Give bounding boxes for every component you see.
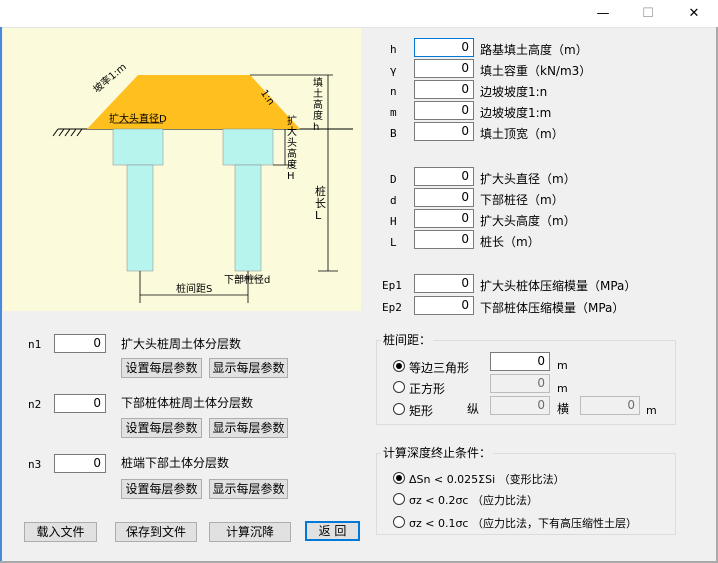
pile-length-label: 桩长L [315, 185, 326, 222]
param-input-ep2[interactable]: 0 [414, 296, 474, 315]
param-input-m[interactable]: 0 [414, 101, 474, 120]
param-symbol-h: h [390, 43, 397, 56]
pile-shaft-left [126, 164, 154, 272]
layer-symbol-n3: n3 [28, 458, 42, 471]
cap-diameter-label: 扩大头直径D [109, 114, 167, 125]
param-input-cap-d[interactable]: 0 [414, 167, 474, 186]
spacing-unit-rect: m [646, 404, 657, 417]
criteria-radio-stress-01[interactable] [393, 516, 405, 528]
pile-cap-left [112, 128, 164, 166]
set-layer-params-button-n1[interactable]: 设置每层参数 [121, 358, 202, 378]
ground-hatch-icon [52, 128, 83, 137]
spacing-radio-triangle[interactable] [393, 360, 405, 372]
save-file-button[interactable]: 保存到文件 [115, 522, 197, 542]
param-input-n[interactable]: 0 [414, 80, 474, 99]
param-label-ep1: 扩大头桩体压缩模量（MPa） [480, 279, 637, 293]
param-symbol-m: m [390, 106, 397, 119]
spacing-input-rect-long[interactable]: 0 [490, 396, 550, 415]
spacing-radio-rect[interactable] [393, 403, 405, 415]
show-layer-params-button-n1[interactable]: 显示每层参数 [209, 358, 288, 378]
param-label-ep2: 下部桩体压缩模量（MPa） [480, 301, 625, 315]
spacing-long-label: 纵 [467, 402, 480, 416]
param-symbol-gamma: γ [390, 64, 397, 77]
param-label-d: 下部桩径（m） [480, 193, 564, 207]
param-input-d[interactable]: 0 [414, 188, 474, 207]
spacing-trans-label: 横 [557, 402, 570, 416]
param-symbol-l: L [390, 236, 397, 249]
pile-cap-right [222, 128, 274, 166]
spacing-label-triangle: 等边三角形 [409, 361, 470, 375]
param-symbol-cap-h: H [390, 215, 397, 228]
spacing-unit-square: m [557, 382, 568, 395]
layer-label-n3: 桩端下部土体分层数 [121, 456, 230, 470]
param-label-l: 桩长（m） [480, 235, 540, 249]
criteria-group-title: 计算深度终止条件： [381, 444, 494, 461]
load-file-button[interactable]: 载入文件 [24, 522, 97, 542]
spacing-radio-square[interactable] [393, 381, 405, 393]
pile-diameter-label: 下部桩径d [224, 275, 271, 286]
spacing-label-square: 正方形 [409, 382, 446, 396]
criteria-label-deformation: ΔSn < 0.025ΣSi （变形比法） [409, 473, 565, 486]
criteria-radio-deformation[interactable] [393, 472, 405, 484]
layer-label-n1: 扩大头桩周土体分层数 [121, 337, 242, 351]
set-layer-params-button-n2[interactable]: 设置每层参数 [121, 418, 202, 438]
layer-symbol-n1: n1 [28, 338, 42, 351]
param-label-h: 路基填土高度（m） [480, 43, 588, 57]
spacing-input-triangle[interactable]: 0 [490, 352, 550, 371]
layer-input-n2[interactable]: 0 [54, 394, 106, 413]
param-input-b[interactable]: 0 [414, 122, 474, 141]
spacing-input-square[interactable]: 0 [490, 374, 550, 393]
spacing-group-title: 桩间距： [381, 331, 434, 348]
param-label-b: 填土顶宽（m） [480, 127, 564, 141]
spacing-unit-triangle: m [557, 359, 568, 372]
criteria-label-stress-02: σz < 0.2σc （应力比法） [409, 494, 538, 507]
criteria-label-stress-01: σz < 0.1σc （应力比法，下有高压缩性土层） [409, 517, 637, 530]
param-input-l[interactable]: 0 [414, 230, 474, 249]
param-label-cap-h: 扩大头高度（m） [480, 214, 576, 228]
param-symbol-cap-d: D [390, 173, 397, 186]
return-button[interactable]: 返 回 [305, 521, 360, 541]
param-label-cap-d: 扩大头直径（m） [480, 172, 576, 186]
param-input-h[interactable]: 0 [414, 38, 474, 57]
param-input-cap-h[interactable]: 0 [414, 209, 474, 228]
param-input-ep1[interactable]: 0 [414, 274, 474, 293]
layer-label-n2: 下部桩体桩周土体分层数 [121, 396, 254, 410]
layer-symbol-n2: n2 [28, 398, 42, 411]
layer-input-n3[interactable]: 0 [54, 454, 106, 473]
set-layer-params-button-n3[interactable]: 设置每层参数 [121, 479, 202, 499]
diagram-graphic [52, 74, 353, 303]
param-label-n: 边坡坡度1:n [480, 85, 548, 99]
embankment-pile-diagram: 坡率1:m 1:n 填土高度h 扩大头直径D 扩大头高度H 桩长L 桩间距S 下… [3, 28, 361, 311]
show-layer-params-button-n3[interactable]: 显示每层参数 [209, 479, 288, 499]
param-input-gamma[interactable]: 0 [414, 59, 474, 78]
criteria-radio-stress-02[interactable] [393, 493, 405, 505]
spacing-input-rect-trans[interactable]: 0 [580, 396, 640, 415]
param-symbol-d: d [390, 194, 397, 207]
pile-spacing-label: 桩间距S [176, 284, 213, 295]
cap-height-label: 扩大头高度H [287, 116, 297, 182]
minimize-button[interactable]: — [580, 0, 626, 27]
pile-shaft-right [234, 164, 262, 272]
fill-height-label: 填土高度h [313, 78, 323, 133]
maximize-button[interactable]: ☐ [625, 0, 671, 27]
param-symbol-ep1: Ep1 [382, 279, 402, 292]
calculate-settlement-button[interactable]: 计算沉降 [209, 522, 291, 542]
param-label-m: 边坡坡度1:m [480, 106, 552, 120]
window-border-left [0, 27, 2, 563]
spacing-label-rect: 矩形 [409, 404, 434, 418]
title-bar: — ☐ ✕ [0, 0, 718, 28]
param-symbol-n: n [390, 85, 397, 98]
param-symbol-b: B [390, 127, 397, 140]
param-symbol-ep2: Ep2 [382, 301, 402, 314]
close-button[interactable]: ✕ [671, 0, 717, 27]
param-label-gamma: 填土容重（kN/m3） [480, 64, 592, 78]
show-layer-params-button-n2[interactable]: 显示每层参数 [209, 418, 288, 438]
layer-input-n1[interactable]: 0 [54, 334, 106, 353]
